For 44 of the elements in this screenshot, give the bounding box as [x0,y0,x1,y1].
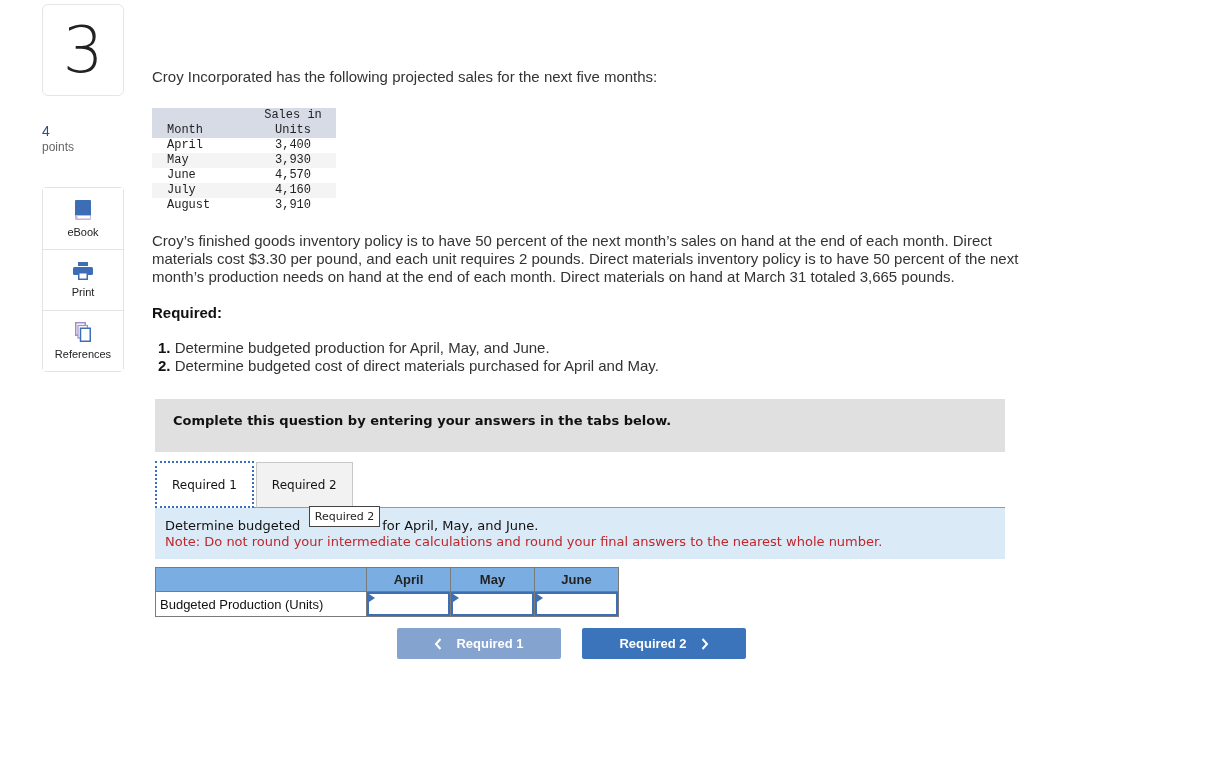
printer-icon [73,262,93,280]
next-button[interactable]: Required 2 [582,628,746,659]
table-cell: 4,160 [250,183,336,198]
requirement-item: 2. Determine budgeted cost of direct materials purchased for April and May. [158,357,659,375]
row-label: Budgeted Production (Units) [155,591,367,617]
table-cell: August [152,198,250,213]
table-cell: 4,570 [250,168,336,183]
table-cell: April [152,138,250,153]
answer-input[interactable] [367,592,450,616]
chevron-right-icon [700,637,709,650]
corner-marker-icon [453,594,459,602]
points-label: points [42,139,75,155]
note-text: Note: Do not round your intermediate calculations and round your final answers to the nearest whole number. [165,534,884,550]
table-cell: June [152,168,250,183]
tooltip: Required 2 [308,506,381,527]
corner-marker-icon [369,594,375,602]
book-icon [74,199,92,220]
instruction-text: Determine budgeted [165,518,301,534]
problem-text: Croy’s finished goods inventory policy is to have 50 percent of the next month’s sales on hand at the end of each month. Direct materials cost $3.30 per pound, and each unit requires 2 pounds. Direct materials inventory policy is to have 50 percent of the next month’s production needs on hand at the end of each month. Direct materials on hand at March 31 totaled 3,665 pounds. [152,232,1020,286]
table-cell: 3,400 [250,138,336,153]
requirement-item: 1. Determine budgeted production for April, May, and June. [158,339,551,357]
table-cell: 3,910 [250,198,336,213]
tab[interactable]: Required 2 [255,462,353,508]
answer-input[interactable] [535,592,618,616]
table-cell: 3,930 [250,153,336,168]
chevron-left-icon [434,637,443,650]
stacked-pages-icon [75,322,91,342]
table-cell: May [152,153,250,168]
tab[interactable]: Required 1 [155,461,254,508]
column-header: May [450,567,535,592]
column-header: April [366,567,451,592]
column-header: Sales in Units [250,108,336,138]
intro-text: Croy Incorporated has the following projected sales for the next five months: [152,68,658,86]
answer-input[interactable] [451,592,534,616]
corner-marker-icon [537,594,543,602]
question-number: 3 [42,4,124,96]
required-heading: Required: [152,304,222,322]
points-value: 4 [42,123,50,139]
instruction-banner: Complete this question by entering your answers in the tabs below. [155,399,1005,452]
column-header: June [534,567,619,592]
instruction-text: for April, May, and June. [382,518,539,534]
column-header: Month [152,108,250,138]
table-cell: July [152,183,250,198]
references-button[interactable]: References [43,310,123,371]
